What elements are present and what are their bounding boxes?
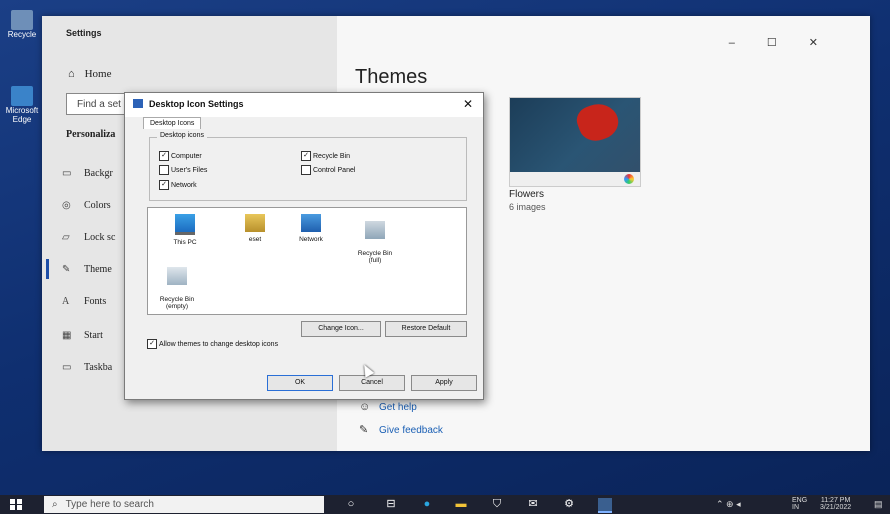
close-button[interactable]: ✕ <box>809 37 850 49</box>
checkbox-empty-icon <box>159 165 169 175</box>
system-tray-icons[interactable]: ⌃ ⊕ ◂ <box>716 499 741 510</box>
mail-icon[interactable]: ✉ <box>526 498 540 511</box>
section-heading: Personaliza <box>66 129 116 140</box>
sidebar-item-start[interactable]: ▦ Start <box>62 330 103 341</box>
taskbar-search-box[interactable]: ⌕ Type here to search <box>44 496 324 513</box>
control-panel-checkbox[interactable]: Control Panel <box>301 165 355 175</box>
background-icon: ▭ <box>62 168 72 179</box>
apply-button[interactable]: Apply <box>411 375 477 391</box>
store-icon[interactable]: ⛉ <box>490 498 504 511</box>
checkbox-empty-icon <box>301 165 311 175</box>
users-files-checkbox[interactable]: User's Files <box>159 165 207 175</box>
cancel-button[interactable]: Cancel <box>339 375 405 391</box>
dialog-title: Desktop Icon Settings <box>149 99 244 109</box>
recycle-bin-full-icon <box>365 221 385 239</box>
tab-desktop-icons[interactable]: Desktop Icons <box>143 117 202 129</box>
desktop-icon-label: Recycle <box>7 30 37 39</box>
edge-icon <box>11 86 33 106</box>
file-explorer-icon[interactable]: ▬ <box>454 498 468 511</box>
theme-image-count: 6 images <box>509 202 546 212</box>
page-title: Themes <box>355 66 428 88</box>
window-controls: –☐✕ <box>729 36 850 49</box>
computer-checkbox[interactable]: ✓ Computer <box>159 151 202 161</box>
sidebar-item-label: Backgr <box>84 168 113 179</box>
network-icon <box>301 214 321 232</box>
clock[interactable]: 11:27 PM 3/21/2022 <box>820 497 851 511</box>
give-feedback-icon: ✎ <box>359 424 369 436</box>
start-button[interactable] <box>10 499 22 510</box>
themes-icon: ✎ <box>62 264 71 275</box>
desktop-settings-icon <box>133 99 143 108</box>
sidebar-item-label: Fonts <box>84 296 107 307</box>
sidebar-item-background[interactable]: ▭ Backgr <box>62 168 113 179</box>
group-label: Desktop icons <box>157 132 207 139</box>
minimize-button[interactable]: – <box>729 37 767 49</box>
this-pc-icon <box>175 214 195 235</box>
app-icon[interactable] <box>598 498 612 513</box>
theme-name: Flowers <box>509 189 545 200</box>
user-folder-icon <box>245 214 265 232</box>
colors-icon: ◎ <box>62 200 71 211</box>
sidebar-item-label: Lock sc <box>84 232 116 243</box>
recycle-bin-empty-icon <box>167 267 187 285</box>
icon-item-recycle-bin-full[interactable]: Recycle Bin (full) <box>348 214 402 271</box>
recycle-bin-icon <box>11 10 33 30</box>
theme-thumbnail-flowers[interactable] <box>509 97 641 187</box>
start-icon: ▦ <box>62 330 72 341</box>
checkbox-checked-icon: ✓ <box>147 339 157 349</box>
flower-image <box>573 98 623 146</box>
notifications-icon[interactable]: ▤ <box>874 499 883 510</box>
sidebar-item-lock-screen[interactable]: ▱ Lock sc <box>62 232 115 243</box>
allow-themes-checkbox[interactable]: ✓ Allow themes to change desktop icons <box>147 339 278 349</box>
home-nav-item[interactable]: ⌂ Home <box>68 68 112 80</box>
maximize-button[interactable]: ☐ <box>767 37 809 49</box>
home-label: Home <box>84 68 112 80</box>
color-wheel-icon <box>624 174 634 184</box>
lock-screen-icon: ▱ <box>62 232 70 243</box>
sidebar-item-fonts[interactable]: A Fonts <box>62 296 106 307</box>
get-help-icon: ☺ <box>359 401 371 413</box>
home-icon: ⌂ <box>68 68 75 80</box>
checkbox-checked-icon: ✓ <box>159 180 169 190</box>
active-indicator <box>46 259 49 279</box>
icon-item-network[interactable]: Network <box>284 214 338 243</box>
network-checkbox[interactable]: ✓ Network <box>159 180 197 190</box>
checkbox-checked-icon: ✓ <box>301 151 311 161</box>
window-title: Settings <box>66 28 102 38</box>
icon-item-recycle-bin-empty[interactable]: Recycle Bin (empty) <box>150 260 204 317</box>
sidebar-item-label: Taskba <box>84 362 113 373</box>
change-icon-button[interactable]: Change Icon... <box>301 321 381 337</box>
sidebar-item-label: Theme <box>84 264 112 275</box>
edge-icon[interactable]: ● <box>420 498 434 511</box>
sidebar-item-label: Colors <box>84 200 111 211</box>
checkbox-checked-icon: ✓ <box>159 151 169 161</box>
cortana-icon[interactable]: ○ <box>344 498 358 511</box>
get-help-link[interactable]: ☺ Get help <box>359 401 417 413</box>
taskbar: ⌕ Type here to search ○ ⊟ ● ▬ ⛉ ✉ ⚙ ⌃ ⊕ ◂… <box>0 495 890 514</box>
sidebar-item-colors[interactable]: ◎ Colors <box>62 200 111 211</box>
ok-button[interactable]: OK <box>267 375 333 391</box>
task-view-icon[interactable]: ⊟ <box>384 498 398 511</box>
sidebar-item-taskbar[interactable]: ▭ Taskba <box>62 362 112 373</box>
desktop-icon-settings-dialog: Desktop Icon Settings ✕ Desktop Icons De… <box>124 92 484 400</box>
desktop-icon-recycle-bin[interactable]: Recycle <box>4 10 40 39</box>
language-indicator[interactable]: ENG IN <box>792 497 807 511</box>
search-icon: ⌕ <box>52 499 58 510</box>
icon-list: This PC eset Network Recycle Bin (full) … <box>147 207 467 315</box>
recycle-bin-checkbox[interactable]: ✓ Recycle Bin <box>301 151 350 161</box>
sidebar-item-label: Start <box>84 330 103 341</box>
fonts-icon: A <box>62 296 70 307</box>
sidebar-item-themes[interactable]: ✎ Theme <box>62 264 112 275</box>
taskbar-icon: ▭ <box>62 362 72 373</box>
icon-item-eset[interactable]: eset <box>228 214 282 243</box>
dialog-close-button[interactable]: ✕ <box>463 97 473 111</box>
dialog-titlebar[interactable]: Desktop Icon Settings ✕ <box>125 93 483 117</box>
desktop-icon-label: Microsoft Edge <box>5 106 39 124</box>
desktop-icon-edge[interactable]: Microsoft Edge <box>4 86 40 124</box>
icon-item-this-pc[interactable]: This PC <box>158 214 212 246</box>
restore-default-button[interactable]: Restore Default <box>385 321 467 337</box>
give-feedback-link[interactable]: ✎ Give feedback <box>359 423 443 436</box>
settings-icon[interactable]: ⚙ <box>562 498 576 511</box>
